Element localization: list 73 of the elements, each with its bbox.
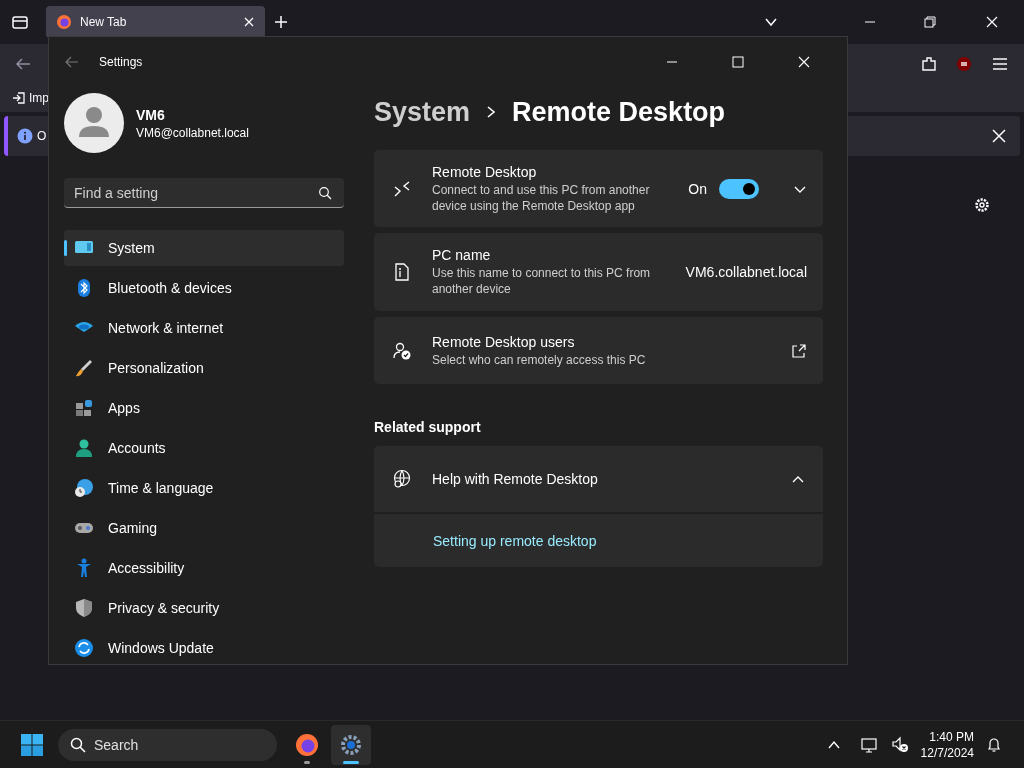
nav-item[interactable]: Bluetooth & devices (64, 270, 344, 306)
chevron-right-icon (486, 105, 497, 119)
search-icon (70, 736, 86, 753)
menu-icon[interactable] (992, 57, 1008, 71)
browser-tab[interactable]: New Tab (46, 6, 265, 38)
windows-logo-icon[interactable] (20, 732, 44, 757)
close-icon[interactable] (986, 16, 998, 28)
notification-text: O (37, 129, 47, 143)
card-title: Remote Desktop users (432, 333, 576, 350)
user-name: VM6 (136, 106, 166, 123)
user-check-icon (392, 340, 412, 361)
tab-title: New Tab (80, 15, 128, 29)
user-email: VM6@collabnet.local (136, 125, 249, 140)
firefox-icon (56, 14, 72, 30)
setting-card[interactable]: Remote Desktop Connect to and use this PC from another device using the Remote Desktop app On (374, 150, 823, 227)
clock-date[interactable]: 12/7/2024 (920, 744, 974, 761)
restore-icon[interactable] (924, 16, 936, 28)
settings-icon[interactable] (973, 196, 991, 214)
toggle-state-label: On (688, 180, 707, 197)
open-external-icon[interactable] (791, 342, 807, 359)
nav-item[interactable]: System (64, 230, 344, 266)
back-arrow-icon[interactable] (14, 56, 32, 72)
breadcrumb-parent[interactable]: System (374, 96, 471, 128)
nav-item[interactable]: Accessibility (64, 550, 344, 586)
paintbrush-icon (74, 358, 94, 378)
taskbar-search-field[interactable]: Search (58, 728, 277, 761)
maximize-icon[interactable] (732, 56, 744, 68)
globe-search-icon (392, 469, 412, 489)
back-arrow-icon[interactable] (65, 55, 79, 69)
puzzle-icon[interactable] (920, 55, 938, 73)
nav-item[interactable]: Apps (64, 390, 344, 426)
search-icon (318, 186, 332, 200)
speaker-muted-icon[interactable] (890, 735, 909, 754)
expander-header[interactable]: Help with Remote Desktop (374, 446, 823, 512)
toggle-switch[interactable] (719, 178, 759, 199)
close-icon[interactable] (798, 56, 810, 68)
close-icon[interactable] (992, 129, 1006, 143)
nav-item[interactable]: Accounts (64, 430, 344, 466)
clock-time[interactable]: 1:40 PM (929, 728, 974, 745)
taskbar-app[interactable] (331, 724, 371, 765)
close-icon[interactable] (243, 16, 255, 28)
nav-item[interactable]: Privacy & security (64, 590, 344, 626)
import-icon (12, 91, 26, 105)
card-title: PC name (432, 247, 492, 263)
setting-card[interactable]: Remote Desktop users Select who can remotely access this PC (374, 317, 823, 384)
nav-item[interactable]: Gaming (64, 510, 344, 546)
nav-item[interactable]: Time & language (64, 470, 344, 506)
firefox-icon (295, 732, 319, 757)
info-icon (17, 128, 33, 144)
globe-clock-icon (74, 478, 94, 498)
card-description: Select who can remotely access this PC (432, 351, 647, 368)
settings-search-field[interactable]: Find a setting (64, 178, 344, 208)
help-link[interactable]: Setting up remote desktop (433, 532, 597, 549)
person-icon (74, 438, 94, 458)
card-title: Remote Desktop (432, 163, 538, 180)
section-heading: Related support (374, 418, 482, 437)
pc-name-value: VM6.collabnet.local (685, 264, 807, 280)
apps-icon (74, 398, 94, 418)
card-description: Use this name to connect to this PC from another device (432, 265, 652, 297)
nav-item[interactable]: Personalization (64, 350, 344, 386)
document-info-icon (392, 262, 412, 282)
bookmark-label[interactable]: Imp (29, 91, 49, 105)
window-title: Settings (99, 55, 143, 69)
gear-icon (339, 732, 363, 757)
page-title: Remote Desktop (512, 96, 726, 128)
avatar-icon (64, 93, 124, 153)
bell-icon[interactable] (986, 736, 1002, 753)
nav-item[interactable]: Windows Update (64, 630, 344, 666)
refresh-icon (74, 638, 94, 658)
shield-icon (74, 598, 94, 618)
nav-item[interactable]: Network & internet (64, 310, 344, 346)
plus-icon[interactable] (273, 14, 289, 30)
card-description: Connect to and use this PC from another device using the Remote Desktop app (432, 181, 651, 214)
